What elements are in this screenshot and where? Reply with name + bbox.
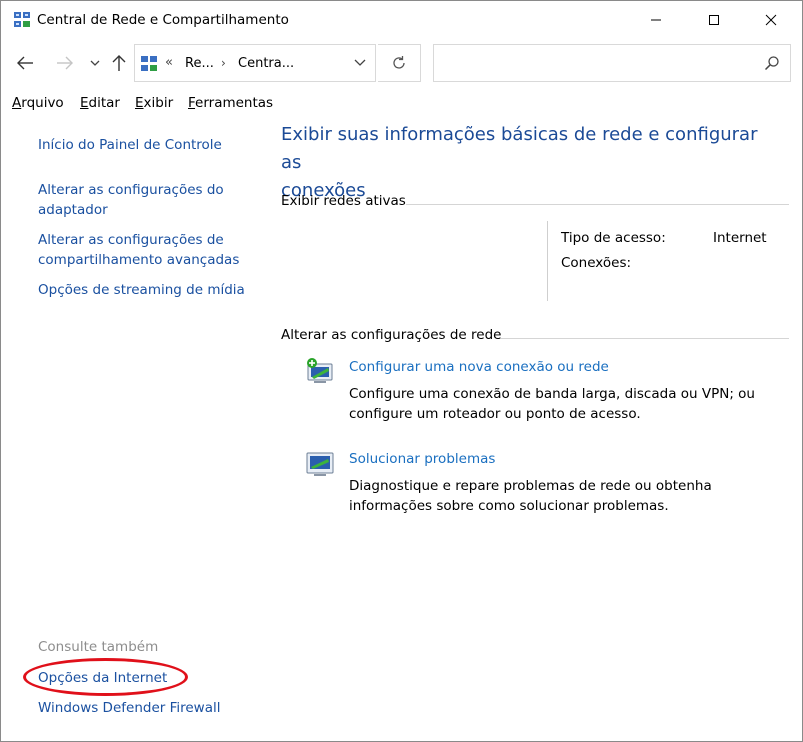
- connections-label: Conexões:: [561, 255, 632, 271]
- arrow-up-icon: [112, 55, 126, 71]
- description-line: Configure uma conexão de banda larga, di…: [349, 386, 755, 402]
- link-text-line: Alterar as configurações de: [38, 232, 224, 248]
- maximize-icon: [709, 15, 719, 25]
- description-line: configure um roteador ou ponto de acesso…: [349, 406, 641, 422]
- internet-options-link[interactable]: Opções da Internet: [38, 668, 167, 688]
- network-center-icon: [141, 56, 157, 71]
- navigation-bar: « Re... › Centra...: [1, 43, 802, 85]
- setup-new-connection-description: Configure uma conexão de banda larga, di…: [349, 384, 779, 424]
- change-network-settings-heading: Alterar as configurações de rede: [281, 327, 502, 343]
- menu-edit[interactable]: Editar: [80, 95, 120, 111]
- breadcrumb-separator[interactable]: ›: [221, 56, 226, 70]
- new-connection-icon[interactable]: [304, 356, 336, 386]
- link-text-line: Alterar as configurações do: [38, 182, 224, 198]
- title-bar[interactable]: Central de Rede e Compartilhamento: [1, 1, 802, 39]
- troubleshoot-problems-link[interactable]: Solucionar problemas: [349, 451, 495, 467]
- refresh-icon: [393, 56, 405, 69]
- close-button[interactable]: [748, 1, 794, 39]
- network-info-divider: [547, 221, 548, 301]
- menu-tools[interactable]: Ferramentas: [188, 95, 273, 111]
- window-title: Central de Rede e Compartilhamento: [37, 12, 289, 28]
- troubleshoot-icon[interactable]: [304, 449, 336, 479]
- arrow-left-icon: [17, 56, 33, 70]
- menu-bar: Arquivo Editar Exibir Ferramentas: [1, 93, 802, 115]
- access-type-label: Tipo de acesso:: [561, 230, 666, 246]
- address-bar[interactable]: « Re... › Centra...: [134, 44, 376, 82]
- chevron-down-icon: [354, 59, 366, 66]
- see-also-heading: Consulte também: [38, 639, 159, 655]
- address-dropdown-button[interactable]: [351, 54, 369, 72]
- windows-defender-firewall-link[interactable]: Windows Defender Firewall: [38, 698, 221, 718]
- description-line: informações sobre como solucionar proble…: [349, 498, 669, 514]
- control-panel-home-link[interactable]: Início do Painel de Controle: [38, 135, 222, 155]
- maximize-button[interactable]: [691, 1, 737, 39]
- setup-new-connection-link[interactable]: Configurar uma nova conexão ou rede: [349, 359, 609, 375]
- arrow-right-icon: [57, 56, 73, 70]
- active-networks-heading: Exibir redes ativas: [281, 193, 406, 209]
- link-text-line: compartilhamento avançadas: [38, 252, 240, 268]
- up-button[interactable]: [107, 51, 131, 75]
- search-icon[interactable]: [764, 55, 780, 71]
- breadcrumb-center[interactable]: Centra...: [238, 56, 294, 71]
- link-text-line: adaptador: [38, 202, 108, 218]
- description-line: Diagnostique e repare problemas de rede …: [349, 478, 712, 494]
- breadcrumb-overflow[interactable]: «: [165, 55, 173, 70]
- recent-locations-button[interactable]: [83, 51, 107, 75]
- network-center-icon: [14, 12, 30, 27]
- menu-file[interactable]: Arquivo: [12, 95, 64, 111]
- back-button[interactable]: [13, 51, 37, 75]
- page-title-line: Exibir suas informações básicas de rede …: [281, 124, 758, 173]
- section-divider: [501, 338, 789, 339]
- access-type-value: Internet: [713, 230, 767, 246]
- refresh-button[interactable]: [378, 44, 421, 82]
- minimize-button[interactable]: [633, 1, 679, 39]
- change-sharing-settings-link[interactable]: Alterar as configurações de compartilham…: [38, 230, 239, 270]
- minimize-icon: [651, 19, 661, 21]
- section-divider: [406, 204, 789, 205]
- change-adapter-settings-link[interactable]: Alterar as configurações do adaptador: [38, 180, 224, 220]
- search-input[interactable]: [440, 51, 760, 75]
- chevron-down-icon: [90, 60, 100, 66]
- search-box[interactable]: [433, 44, 791, 82]
- forward-button[interactable]: [53, 51, 77, 75]
- breadcrumb-network[interactable]: Re...: [185, 56, 214, 71]
- troubleshoot-problems-description: Diagnostique e repare problemas de rede …: [349, 476, 779, 516]
- menu-view[interactable]: Exibir: [135, 95, 173, 111]
- media-streaming-options-link[interactable]: Opções de streaming de mídia: [38, 280, 245, 300]
- network-sharing-center-window: Central de Rede e Compartilhamento « Re.…: [0, 0, 803, 742]
- close-icon: [765, 14, 777, 26]
